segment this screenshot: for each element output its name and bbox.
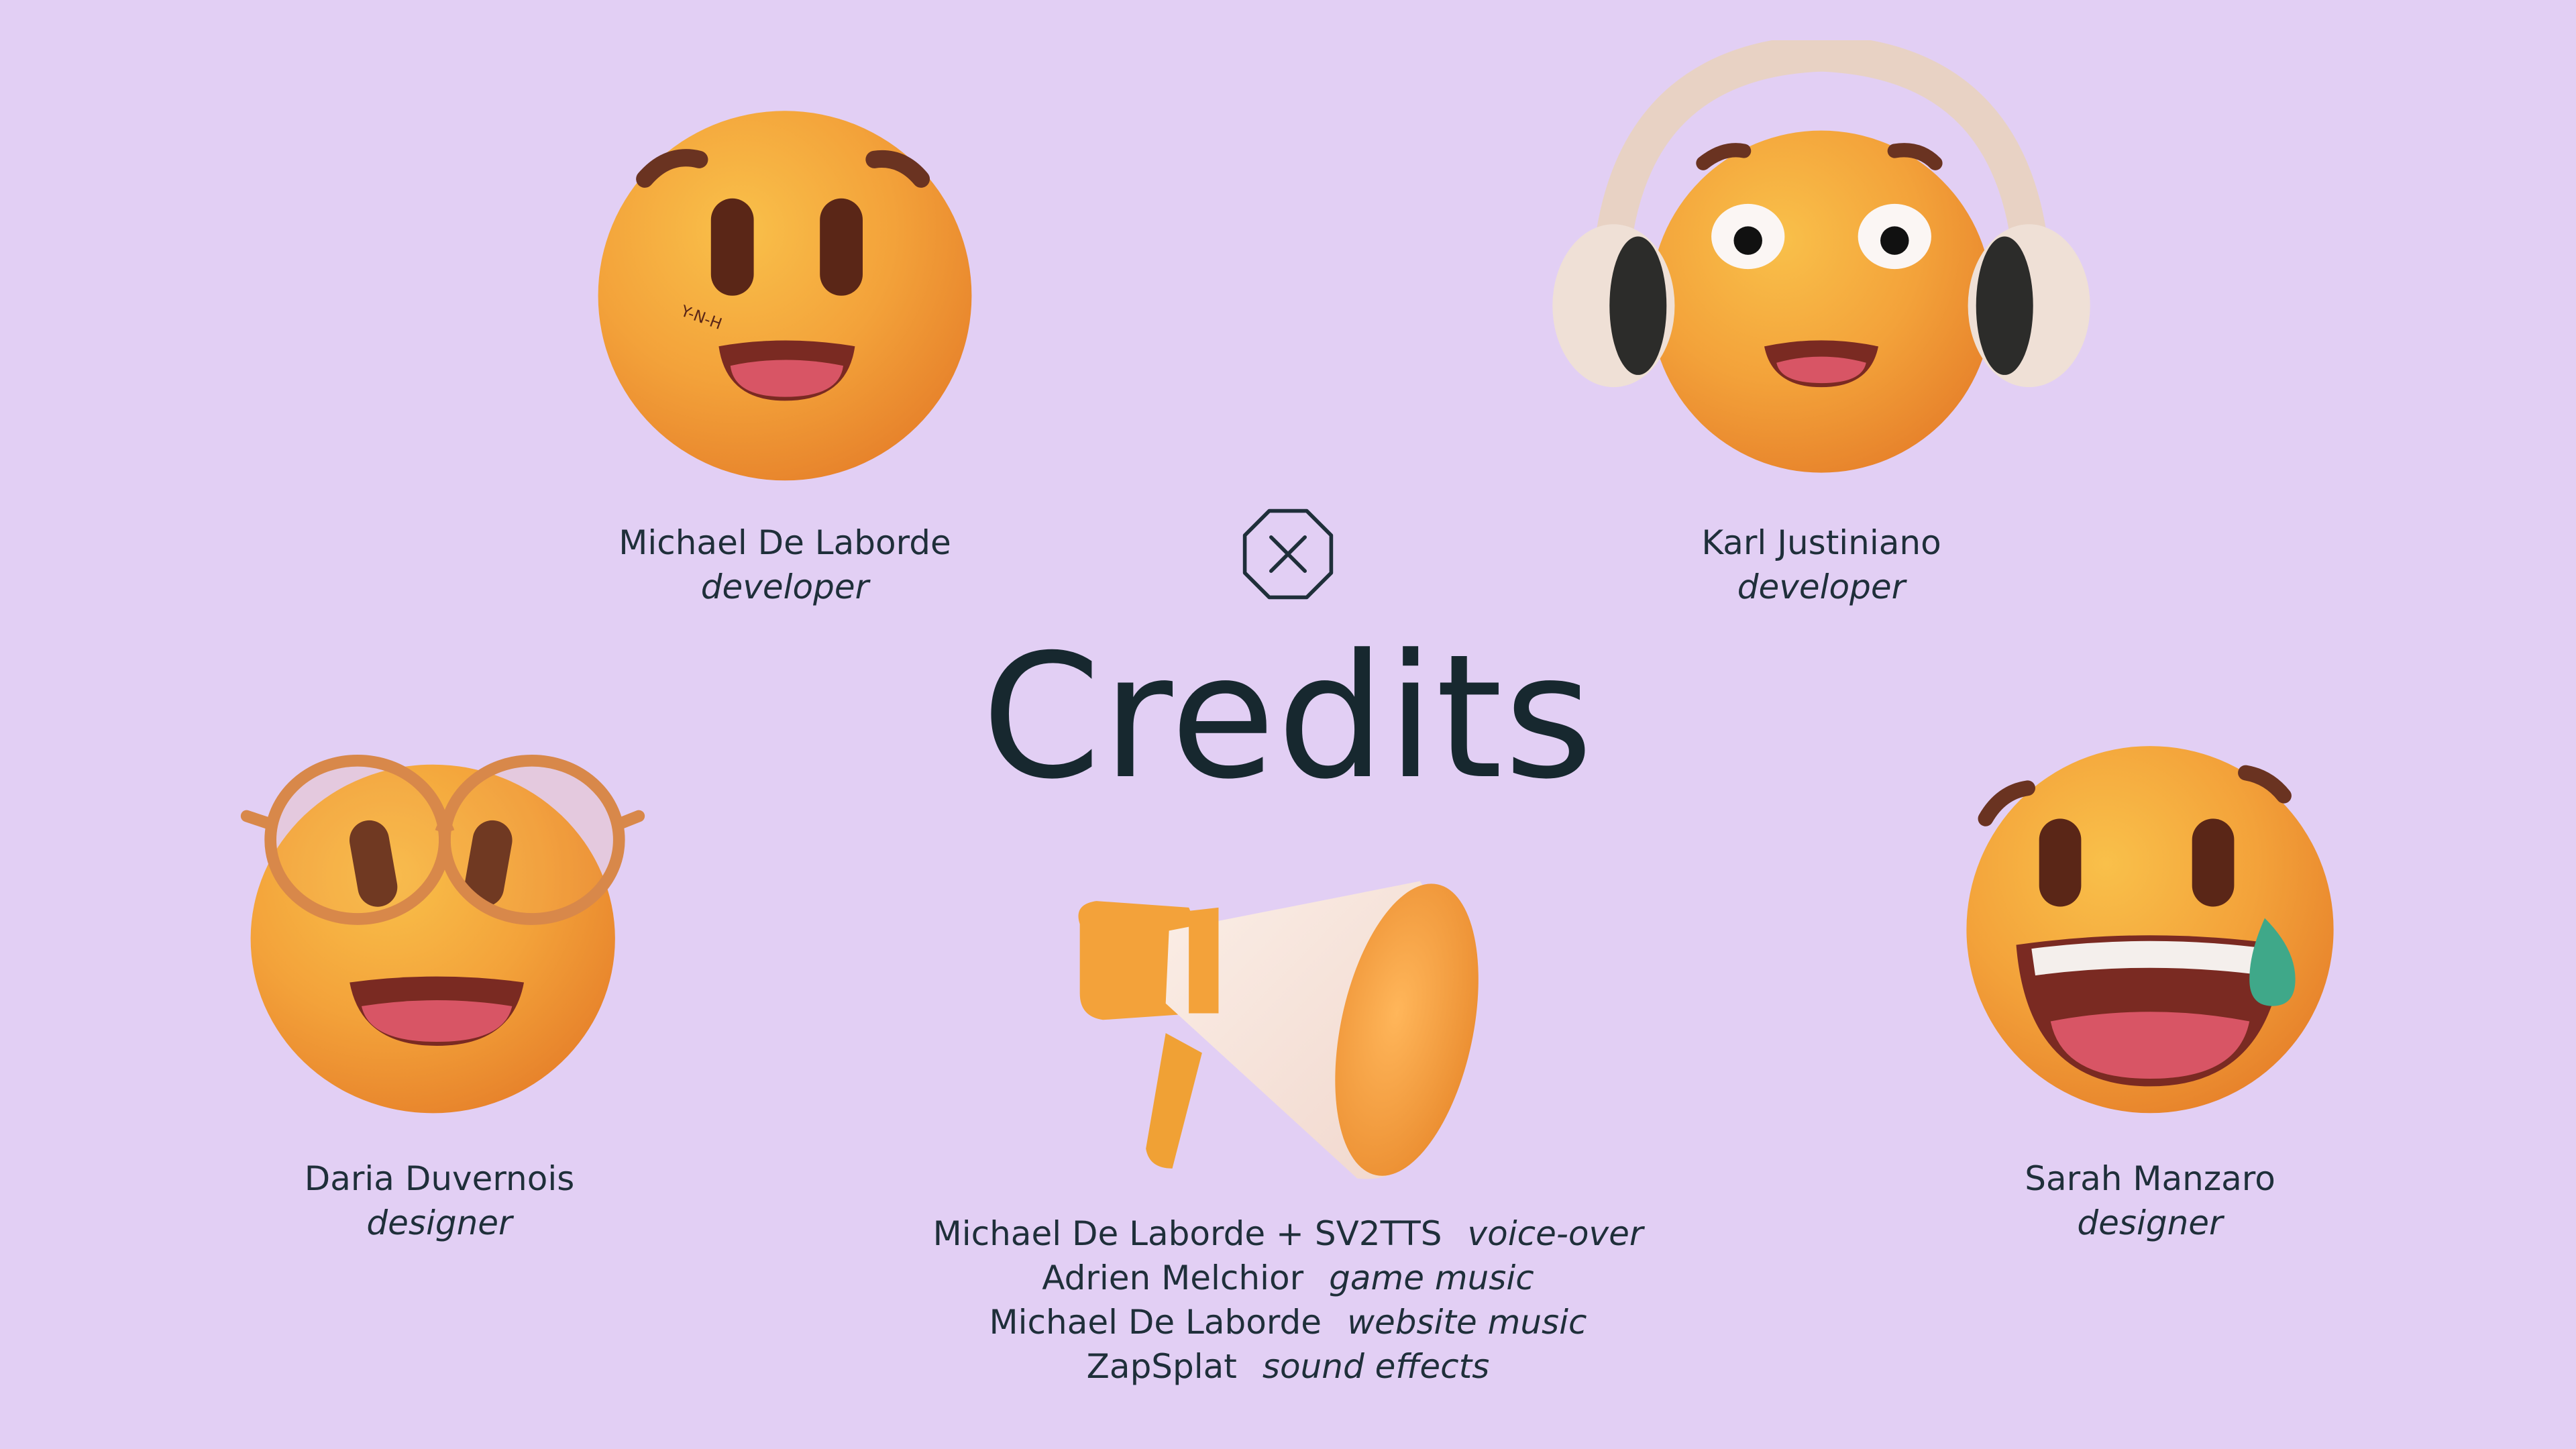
avatar-michael-de-laborde: Y-N-H <box>590 94 979 490</box>
close-octagon-icon <box>1242 508 1334 600</box>
page-title: Credits <box>981 618 1595 817</box>
credit-contributor: Michael De Laborde + SV2TTS <box>932 1214 1442 1253</box>
credit-contribution: game music <box>1329 1258 1534 1297</box>
credit-contribution: sound effects <box>1262 1347 1490 1386</box>
person-role: developer <box>1737 568 1906 606</box>
person-name: Karl Justiniano <box>1701 523 1941 562</box>
avatar-karl-justiniano <box>1536 40 2106 490</box>
credit-contributor: Michael De Laborde <box>989 1303 1322 1342</box>
list-item: Michael De Laborde + SV2TTS voice-over <box>818 1212 1758 1256</box>
audio-credits-list: Michael De Laborde + SV2TTS voice-over Ad… <box>818 1212 1758 1389</box>
person-role: developer <box>700 568 869 606</box>
credit-card-michael-de-laborde: Michael De Laborde developer <box>517 521 1053 609</box>
person-name: Daria Duvernois <box>304 1159 575 1198</box>
person-role: designer <box>366 1203 513 1242</box>
person-name: Michael De Laborde <box>619 523 951 562</box>
person-name: Sarah Manzaro <box>2025 1159 2275 1198</box>
avatar-sarah-manzaro <box>1959 731 2341 1120</box>
close-button[interactable] <box>1241 507 1335 601</box>
credit-card-daria-duvernois: Daria Duvernois designer <box>171 1157 708 1245</box>
list-item: Michael De Laborde website music <box>818 1300 1758 1344</box>
credit-contributor: Adrien Melchior <box>1042 1258 1304 1297</box>
credit-contribution: voice-over <box>1467 1214 1644 1253</box>
credit-contributor: ZapSplat <box>1086 1347 1237 1386</box>
megaphone-icon <box>1067 865 1496 1201</box>
credit-card-sarah-manzaro: Sarah Manzaro designer <box>1882 1157 2418 1245</box>
credit-card-karl-justiniano: Karl Justiniano developer <box>1553 521 2090 609</box>
list-item: ZapSplat sound effects <box>818 1344 1758 1389</box>
avatar-daria-duvernois <box>235 718 651 1120</box>
person-role: designer <box>2077 1203 2223 1242</box>
list-item: Adrien Melchior game music <box>818 1256 1758 1300</box>
credit-contribution: website music <box>1347 1303 1587 1342</box>
